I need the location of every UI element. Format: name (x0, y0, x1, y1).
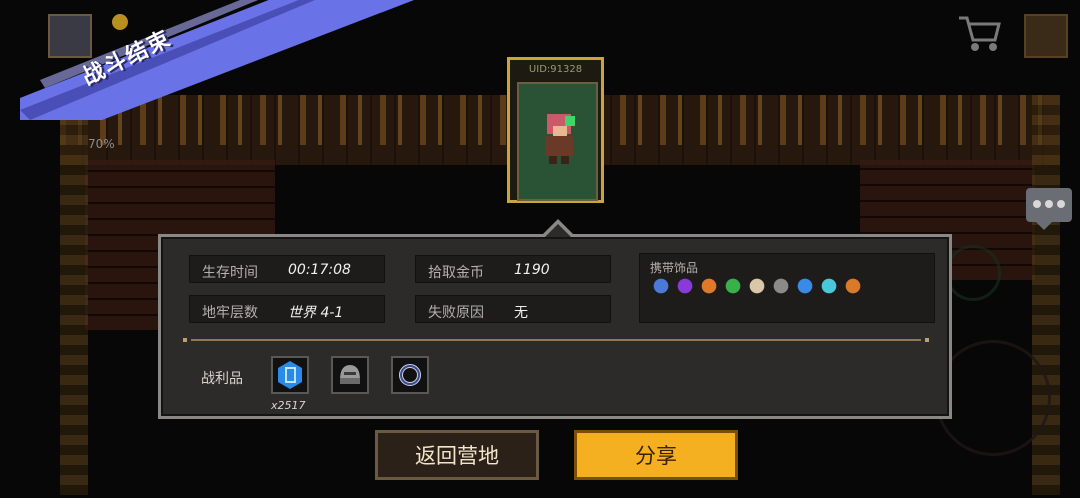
dungeon-floor-value: 世界 4-1 (288, 305, 344, 321)
shop-cart-icon[interactable] (955, 12, 1003, 54)
orange-cloak-icon[interactable] (844, 277, 862, 295)
gold-picked-label: 拾取金币 (428, 265, 484, 281)
spiky-star-icon[interactable] (772, 277, 790, 295)
panel-pointer-inner (545, 224, 571, 237)
hero-sprite-icon (545, 114, 575, 164)
blue-feather-icon[interactable] (652, 277, 670, 295)
loot-count-1: x2517 (271, 399, 306, 412)
blue-energy-gem-icon (278, 361, 302, 389)
dungeon-floor-row: 地牢层数 世界 4-1 (189, 295, 385, 323)
cyan-boot-icon[interactable] (820, 277, 838, 295)
dark-ring-icon (399, 364, 421, 386)
hero-card: UID:91328 (507, 57, 604, 203)
dungeon-floor-label: 地牢层数 (202, 305, 258, 321)
purple-gem-icon[interactable] (676, 277, 694, 295)
survival-time-label: 生存时间 (202, 265, 258, 281)
backpack-icon[interactable] (1024, 14, 1068, 58)
share-button[interactable]: 分享 (574, 430, 738, 480)
survival-time-value: 00:17:08 (288, 262, 351, 278)
return-camp-button[interactable]: 返回营地 (375, 430, 539, 480)
battle-result-panel: 生存时间 00:17:08 拾取金币 1190 地牢层数 世界 4-1 失败原因… (158, 234, 952, 419)
gold-picked-row: 拾取金币 1190 (415, 255, 611, 283)
loot-slot-1[interactable] (271, 356, 309, 394)
section-divider (183, 338, 929, 342)
player-uid: UID:91328 (528, 64, 583, 75)
bone-horn-icon[interactable] (748, 277, 766, 295)
chat-bubble-icon[interactable] (1026, 188, 1072, 230)
accessories-label: 携带饰品 (650, 261, 699, 275)
fail-reason-label: 失败原因 (428, 305, 484, 321)
target-ring-icon[interactable] (700, 277, 718, 295)
accessories-list (652, 277, 862, 295)
loot-slot-2[interactable] (331, 356, 369, 394)
accessories-box: 携带饰品 (639, 253, 935, 323)
green-clover-icon[interactable] (724, 277, 742, 295)
blue-crystal-icon[interactable] (796, 277, 814, 295)
hero-portrait (517, 82, 598, 201)
gold-picked-value: 1190 (514, 262, 550, 278)
progress-text: 70% (88, 137, 115, 151)
loot-label: 战利品 (201, 371, 243, 387)
fail-reason-value: 无 (514, 305, 528, 321)
survival-time-row: 生存时间 00:17:08 (189, 255, 385, 283)
iron-helmet-icon (340, 365, 360, 384)
fail-reason-row: 失败原因 无 (415, 295, 611, 323)
loot-slot-3[interactable] (391, 356, 429, 394)
